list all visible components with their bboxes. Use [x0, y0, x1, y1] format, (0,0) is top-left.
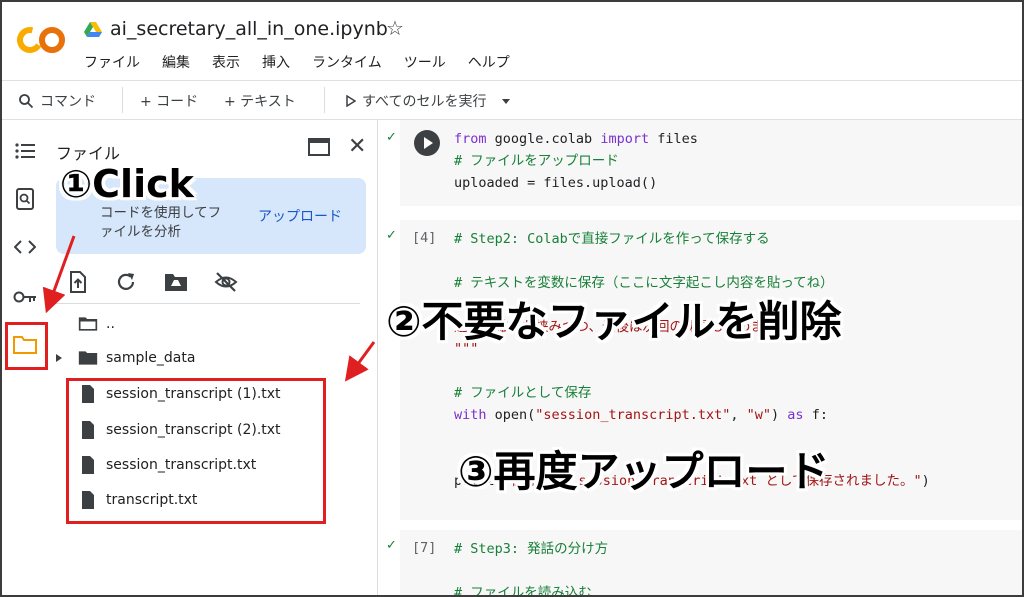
code-comment: # ファイルをアップロード	[454, 153, 619, 169]
code-text: google.colab	[486, 131, 601, 147]
cell-status-check-icon: ✓	[386, 538, 397, 553]
toolbar-divider	[122, 87, 123, 113]
step2-annotation: ②不要なファイルを削除	[386, 297, 842, 346]
code-string: "w"	[746, 407, 772, 423]
add-code-button[interactable]: + コード	[140, 91, 198, 111]
hidden-files-icon[interactable]	[214, 270, 238, 294]
run-cell-button[interactable]	[414, 130, 440, 156]
parent-dir-label: ..	[106, 316, 115, 332]
add-code-label: + コード	[140, 94, 199, 110]
command-palette-button[interactable]: コマンド	[18, 91, 96, 111]
code-comment: # Step2: Colabで直接ファイルを作って保存する	[454, 231, 770, 247]
run-all-label: すべてのセルを実行	[362, 94, 487, 110]
toolbar: コマンド + コード + テキスト すべてのセルを実行	[2, 80, 1022, 120]
code-text: f:	[803, 407, 828, 423]
code-text: )	[921, 473, 930, 489]
add-text-button[interactable]: + テキスト	[224, 91, 296, 111]
code-text: open(	[486, 407, 536, 423]
menu-insert[interactable]: 挿入	[262, 52, 290, 72]
code-cell-3[interactable]: [7] # Step3: 発話の分け方 # ファイルを読み込む	[400, 530, 1022, 597]
menu-runtime[interactable]: ランタイム	[312, 52, 382, 72]
folder-open-icon	[78, 317, 98, 331]
star-icon[interactable]: ☆	[386, 16, 404, 40]
table-of-contents-icon[interactable]	[12, 138, 38, 164]
folder-icon-highlight	[5, 322, 48, 370]
execution-count: [7]	[412, 540, 437, 556]
code-comment: # ファイルを読み込む	[454, 585, 592, 597]
step1-annotation: ①Click	[60, 162, 194, 206]
parent-directory-row[interactable]: ..	[78, 310, 115, 338]
panel-divider	[54, 303, 360, 304]
colab-logo[interactable]	[16, 22, 66, 58]
app-frame: ai_secretary_all_in_one.ipynb ☆ ファイル 編集 …	[0, 0, 1024, 597]
code-string: "session_transcript.txt"	[535, 407, 731, 423]
code-keyword: with	[454, 407, 487, 423]
play-icon	[346, 95, 356, 107]
search-icon	[19, 94, 34, 109]
file-actions-bar	[66, 270, 376, 306]
code-keyword: import	[600, 131, 650, 147]
google-drive-icon	[84, 22, 102, 37]
refresh-icon[interactable]	[114, 270, 138, 294]
run-all-button[interactable]: すべてのセルを実行	[344, 91, 514, 111]
mount-drive-icon[interactable]	[164, 270, 188, 294]
find-replace-icon[interactable]	[12, 186, 38, 212]
code-text: files	[649, 131, 698, 147]
code-text: uploaded = files.upload()	[454, 175, 658, 191]
step3-annotation: ③再度アップロード	[458, 447, 830, 496]
close-icon[interactable]: ✕	[348, 134, 366, 159]
code-text: ,	[730, 407, 747, 423]
cell-status-check-icon: ✓	[386, 130, 397, 145]
menu-view[interactable]: 表示	[212, 52, 240, 72]
chevron-down-icon[interactable]	[498, 93, 514, 109]
code-keyword: as	[787, 407, 804, 423]
cell-1-source[interactable]: from google.colab import files # ファイルをアッ…	[454, 128, 698, 194]
code-keyword: from	[454, 131, 487, 147]
folder-label: sample_data	[106, 350, 196, 366]
notebook-title[interactable]: ai_secretary_all_in_one.ipynb	[110, 18, 388, 40]
menu-bar: ファイル 編集 表示 挿入 ランタイム ツール ヘルプ	[84, 52, 510, 72]
info-text: コードを使用してファイルを分析	[100, 205, 222, 240]
files-highlight-box	[66, 378, 326, 524]
code-comment: # ファイルとして保存	[454, 385, 592, 401]
toolbar-divider	[324, 87, 325, 113]
chevron-right-icon[interactable]	[54, 353, 64, 363]
notebook-cells-area: ✓ from google.colab import files # ファイルを…	[378, 120, 1022, 597]
cell-status-check-icon: ✓	[386, 228, 397, 243]
upload-file-icon[interactable]	[66, 270, 90, 294]
code-cell-1[interactable]: from google.colab import files # ファイルをアッ…	[400, 120, 1022, 206]
code-snippets-icon[interactable]	[12, 234, 38, 260]
menu-tools[interactable]: ツール	[404, 52, 446, 72]
menu-help[interactable]: ヘルプ	[468, 52, 510, 72]
folder-row-sample-data[interactable]: sample_data	[54, 344, 195, 372]
files-panel-title: ファイル	[56, 144, 121, 163]
add-text-label: + テキスト	[224, 94, 296, 110]
code-comment: # Step3: 発話の分け方	[454, 541, 609, 557]
code-text: )	[771, 407, 788, 423]
header: ai_secretary_all_in_one.ipynb ☆ ファイル 編集 …	[2, 2, 1022, 80]
menu-file[interactable]: ファイル	[84, 52, 140, 72]
command-label: コマンド	[40, 94, 96, 110]
key-icon[interactable]	[12, 284, 38, 310]
execution-count: [4]	[412, 230, 437, 246]
play-icon	[424, 137, 433, 149]
open-in-tab-icon[interactable]	[308, 138, 330, 156]
upload-link[interactable]: アップロード	[258, 206, 342, 226]
folder-icon	[78, 351, 98, 365]
menu-edit[interactable]: 編集	[162, 52, 190, 72]
cell-3-source[interactable]: # Step3: 発話の分け方 # ファイルを読み込む	[454, 538, 609, 597]
